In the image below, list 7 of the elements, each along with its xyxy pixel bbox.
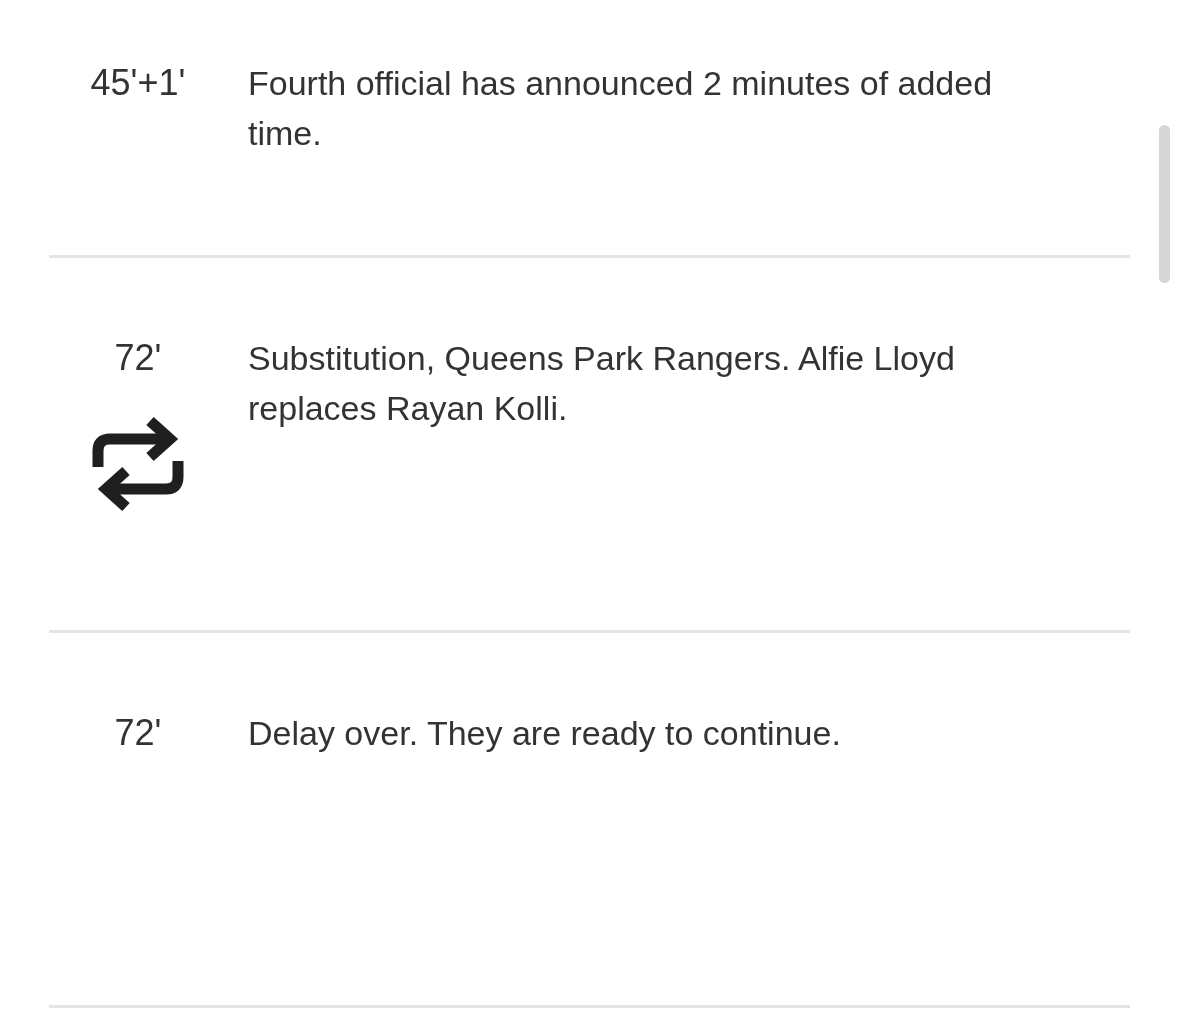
commentary-text: Substitution, Queens Park Rangers. Alfie Lloyd replaces Rayan Kolli.: [248, 338, 956, 429]
commentary-text: Fourth official has announced 2 minutes of added time.: [248, 63, 994, 154]
match-minute: 72': [114, 336, 162, 380]
commentary-text: Delay over. They are ready to continue.: [248, 713, 841, 754]
match-minute: 45'+1': [90, 61, 186, 105]
match-minute: 72': [114, 711, 162, 755]
scrollbar[interactable]: [1159, 125, 1170, 283]
